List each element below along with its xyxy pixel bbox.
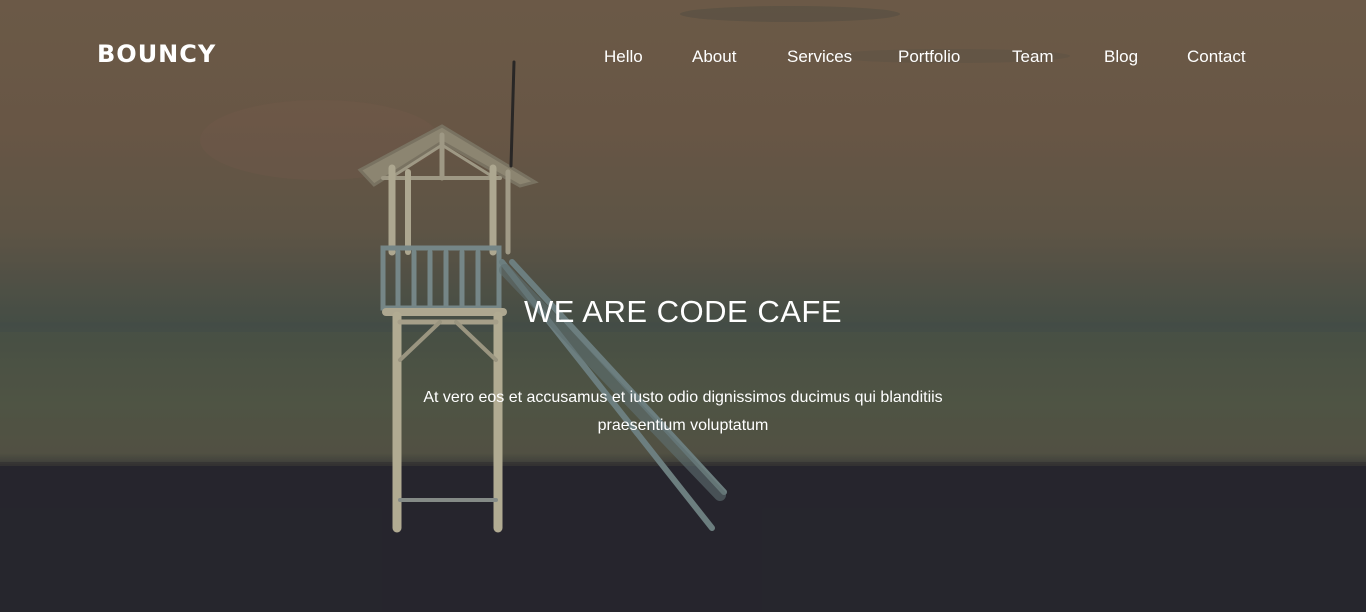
nav-item-team[interactable]: Team [1012, 47, 1054, 67]
hero-section: BOUNCY Hello About Services Portfolio Te… [0, 0, 1366, 612]
main-navigation: Hello About Services Portfolio Team Blog… [0, 47, 1366, 71]
nav-item-about[interactable]: About [692, 47, 736, 67]
hero-description: At vero eos et accusamus et iusto odio d… [400, 384, 966, 440]
nav-item-blog[interactable]: Blog [1104, 47, 1138, 67]
hero-description-line-2: praesentium voluptatum [597, 417, 769, 434]
hero-title: WE ARE CODE CAFE [523, 294, 843, 329]
nav-item-services[interactable]: Services [787, 47, 852, 67]
nav-item-portfolio[interactable]: Portfolio [898, 47, 960, 67]
nav-item-hello[interactable]: Hello [604, 47, 643, 67]
nav-item-contact[interactable]: Contact [1187, 47, 1246, 67]
hero-description-line-1: At vero eos et accusamus et iusto odio d… [423, 389, 943, 406]
